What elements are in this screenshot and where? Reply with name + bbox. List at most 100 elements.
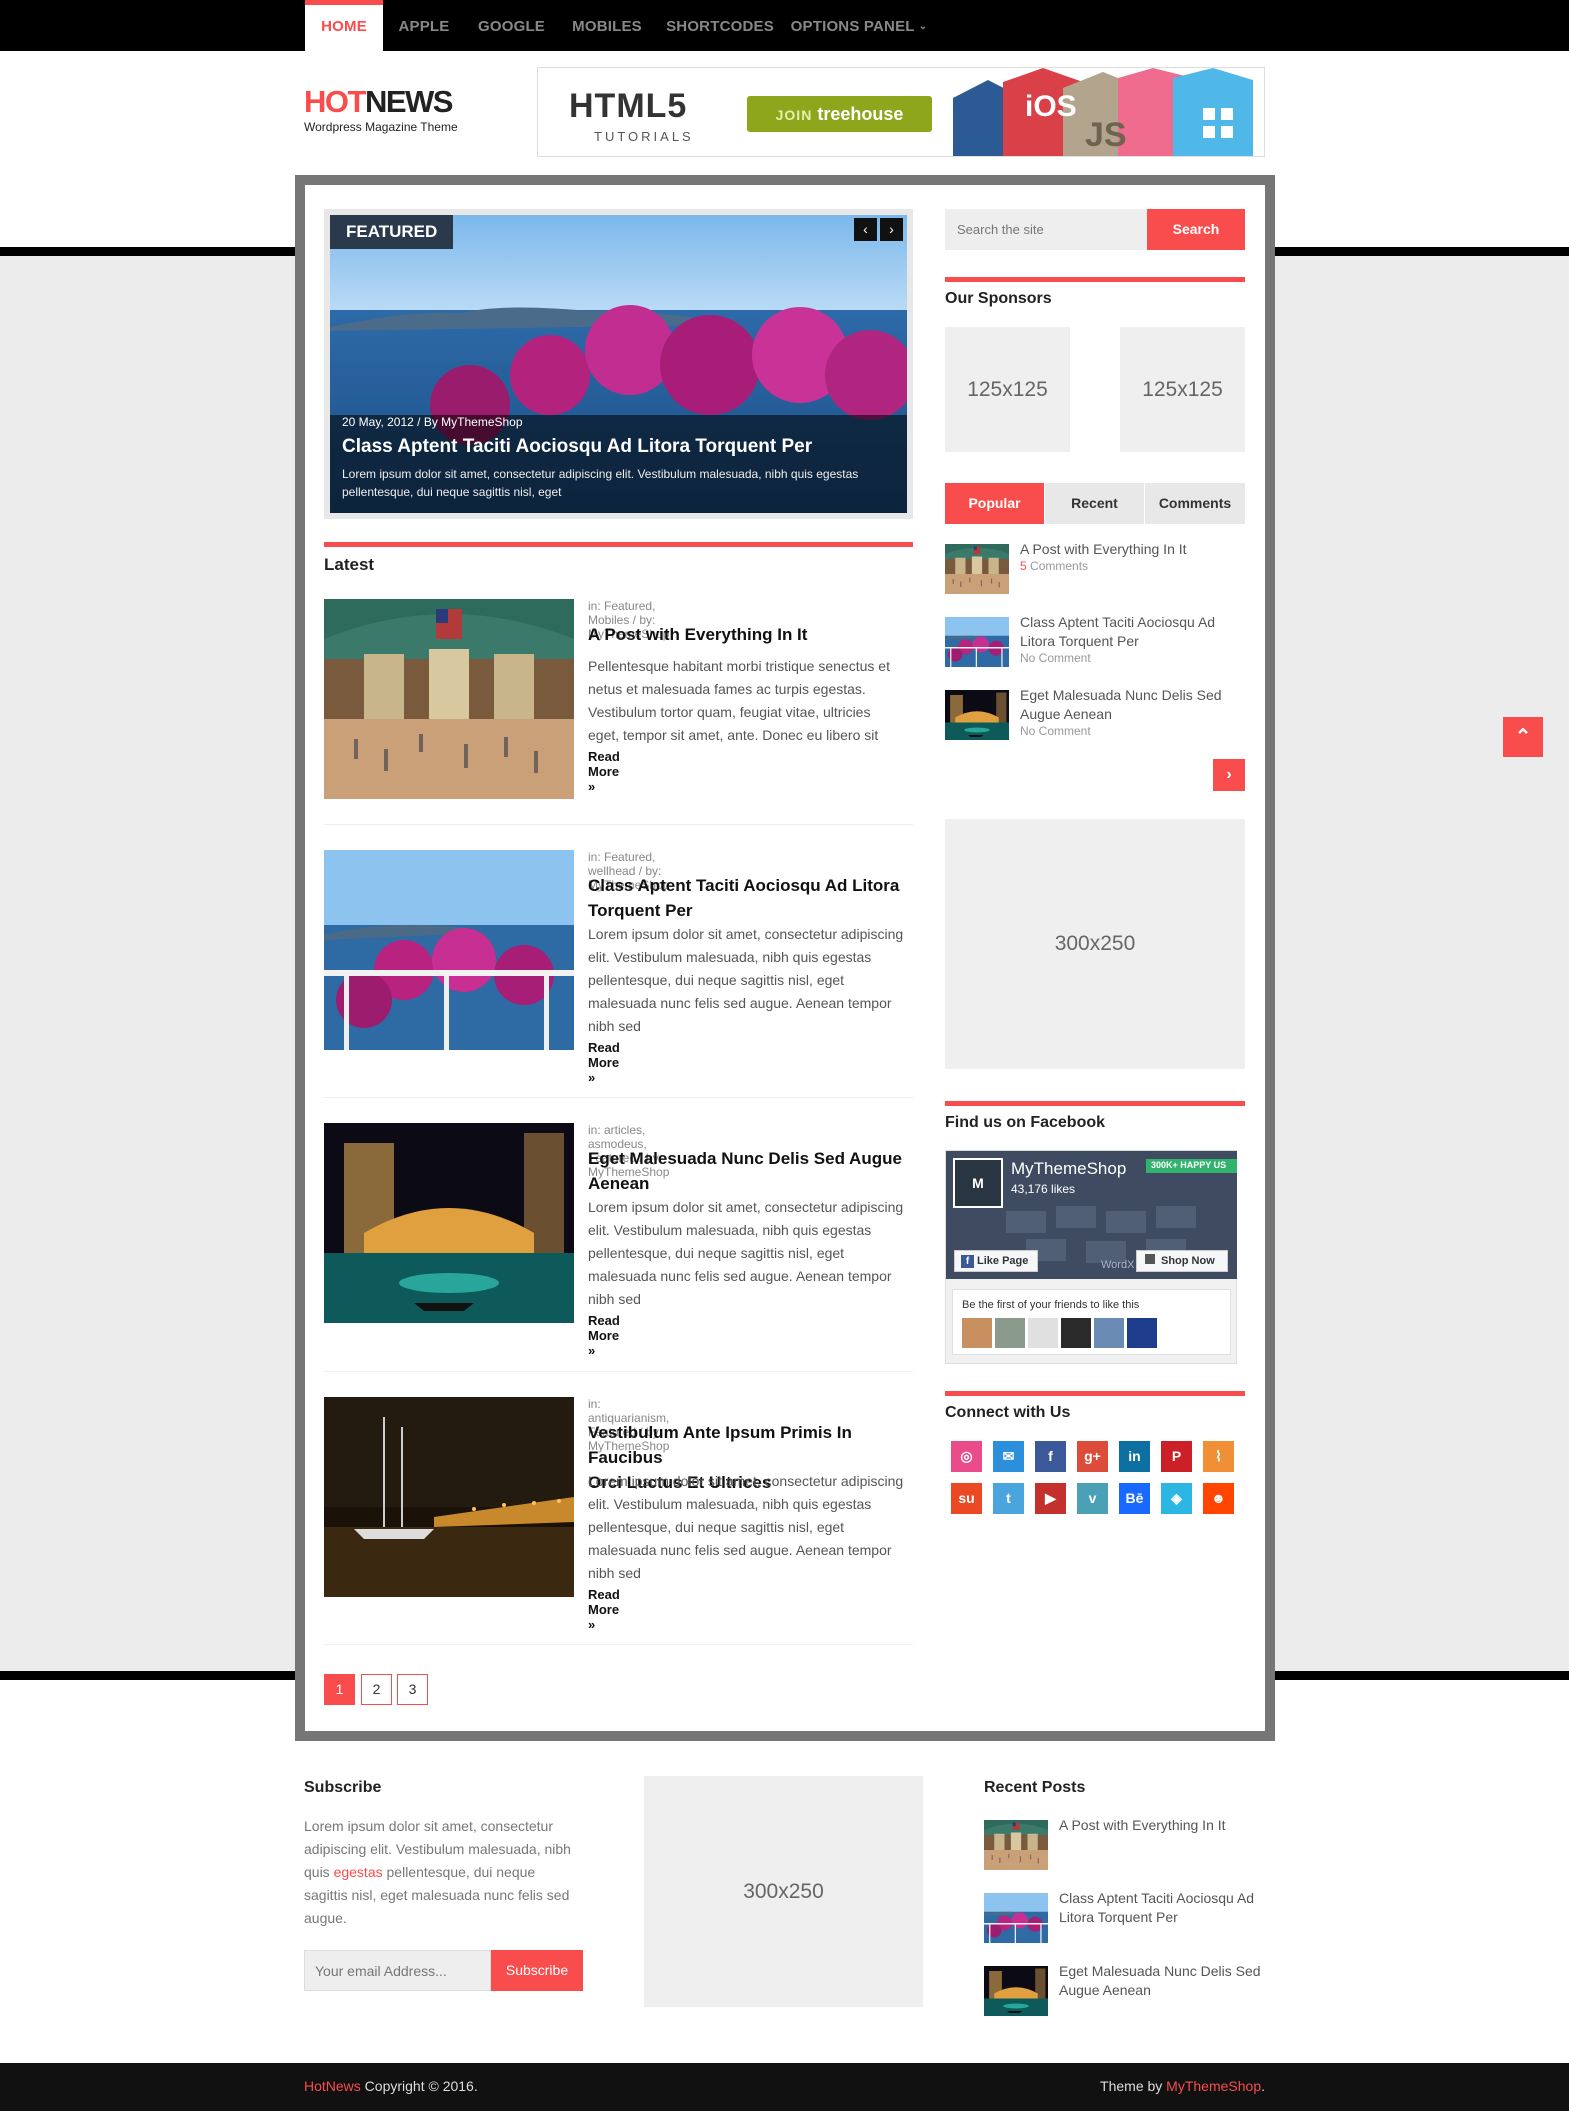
sponsor-ad-1[interactable]: 125x125 — [945, 327, 1070, 452]
read-more-link[interactable]: Read More » — [588, 1040, 620, 1085]
youtube-icon[interactable]: ▶ — [1035, 1483, 1066, 1514]
email-field[interactable] — [304, 1950, 491, 1991]
nav-item-label: OPTIONS PANEL — [790, 18, 915, 35]
tab-comments[interactable]: Comments — [1145, 483, 1245, 524]
nav-item-options-panel[interactable]: OPTIONS PANEL ⌄ — [784, 0, 934, 51]
fb-like-label: Like Page — [977, 1255, 1029, 1267]
page-3-button[interactable]: 3 — [397, 1674, 428, 1705]
chevron-down-icon: ⌄ — [918, 21, 928, 32]
section-divider — [945, 1101, 1245, 1106]
banner-hexagons-graphic: iOS JS — [953, 68, 1253, 156]
excerpt-line: elit. Vestibulum malesuada, nibh quis eg… — [588, 1496, 872, 1512]
recent-post-thumbnail[interactable] — [984, 1893, 1048, 1943]
delicious-icon[interactable]: ◈ — [1161, 1483, 1192, 1514]
nav-item-shortcodes[interactable]: SHORTCODES — [656, 0, 784, 51]
page-1-button[interactable]: 1 — [324, 1674, 355, 1705]
footer-ad-300x250[interactable]: 300x250 — [644, 1776, 923, 2007]
vimeo-icon[interactable]: v — [1077, 1483, 1108, 1514]
post-title[interactable]: Class Aptent Taciti Aociosqu Ad Litora To… — [588, 873, 913, 923]
featured-slider[interactable]: FEATURED ‹ › 20 May, 2012 / By MyThemeSh… — [324, 209, 913, 519]
nav-item-google[interactable]: GOOGLE — [465, 0, 558, 51]
facebook-page-plugin[interactable]: 300K+ HAPPY US WordX M MyThemeShop 43,17… — [945, 1150, 1237, 1364]
post-title-line: Torquent Per — [588, 901, 693, 920]
recent-title-line: Class Aptent Taciti Aociosqu Ad — [1059, 1890, 1255, 1906]
read-more-link[interactable]: Read More » — [588, 1587, 620, 1632]
recent-post-title[interactable]: Eget Malesuada Nunc Delis Sed Augue Aenea… — [1059, 1962, 1274, 2000]
widget-post-title[interactable]: Class Aptent Taciti Aociosqu Ad Litora To… — [1020, 613, 1245, 651]
recent-title-line: A Post with Everything In It — [1059, 1817, 1226, 1833]
fb-like-page-button[interactable]: f Like Page — [954, 1250, 1038, 1272]
post-excerpt: Lorem ipsum dolor sit amet, consectetur … — [588, 1196, 913, 1311]
post-title-line: Aenean — [588, 1174, 650, 1193]
post-excerpt: Lorem ipsum dolor sit amet, consectetur … — [588, 923, 913, 1038]
latest-heading: Latest — [324, 555, 375, 574]
search-button[interactable]: Search — [1147, 209, 1245, 250]
widget-title-line: Augue Aenean — [1020, 706, 1112, 722]
widget-post-title[interactable]: Eget Malesuada Nunc Delis Sed Augue Aenea… — [1020, 686, 1245, 724]
stumbleupon-icon[interactable]: su — [951, 1483, 982, 1514]
header-banner-ad[interactable]: HTML5 TUTORIALS JOIN treehouse iOS JS — [537, 67, 1265, 157]
pinterest-icon[interactable]: P — [1161, 1441, 1192, 1472]
slider-next-button[interactable]: › — [880, 218, 903, 241]
behance-icon[interactable]: Bē — [1119, 1483, 1150, 1514]
theme-by-text: Theme by — [1100, 2078, 1167, 2094]
linkedin-icon[interactable]: in — [1119, 1441, 1150, 1472]
fb-shop-label: Shop Now — [1161, 1255, 1215, 1267]
footer-brand-link[interactable]: HotNews — [304, 2078, 361, 2094]
reddit-icon[interactable]: ☻ — [1203, 1483, 1234, 1514]
widget-post-comments: No Comment — [1020, 724, 1091, 738]
tab-popular[interactable]: Popular — [945, 483, 1044, 524]
post-title[interactable]: Eget Malesuada Nunc Delis Sed Augue Aenea… — [588, 1146, 913, 1196]
chevron-up-icon: ⌃ — [1514, 726, 1532, 748]
page-2-button[interactable]: 2 — [361, 1674, 392, 1705]
recent-post-title[interactable]: Class Aptent Taciti Aociosqu Ad Litora To… — [1059, 1889, 1274, 1927]
post-thumbnail[interactable] — [324, 1397, 574, 1597]
sidebar-ad-300x250[interactable]: 300x250 — [945, 819, 1245, 1069]
widget-post-thumbnail[interactable] — [945, 690, 1009, 740]
recent-post-title[interactable]: A Post with Everything In It — [1059, 1816, 1274, 1835]
subscribe-text-part: pellentesque, dui neque — [382, 1864, 536, 1880]
subscribe-button[interactable]: Subscribe — [491, 1950, 583, 1991]
post-thumbnail[interactable] — [324, 850, 574, 1050]
widget-post-title[interactable]: A Post with Everything In It — [1020, 540, 1245, 559]
footer-theme-link[interactable]: MyThemeShop — [1166, 2078, 1261, 2094]
excerpt-line: elit. Vestibulum malesuada, nibh quis eg… — [588, 949, 872, 965]
google-plus-icon[interactable]: g+ — [1077, 1441, 1108, 1472]
logo-news: NEWS — [364, 84, 454, 119]
rss-icon[interactable]: ⌇ — [1203, 1441, 1234, 1472]
badge-ios: iOS — [1025, 90, 1077, 123]
subscribe-text: Lorem ipsum dolor sit amet, consectetur … — [304, 1815, 589, 1930]
post-separator — [324, 824, 913, 825]
fb-page-name[interactable]: MyThemeShop — [1011, 1159, 1126, 1179]
nav-item-apple[interactable]: APPLE — [383, 0, 465, 51]
post-title[interactable]: A Post with Everything In It — [588, 622, 913, 647]
recent-post-thumbnail[interactable] — [984, 1820, 1048, 1870]
facebook-icon: f — [961, 1255, 974, 1268]
comment-count: 5 — [1020, 559, 1027, 573]
excerpt-line: Vestibulum tortor quam, feugiat vitae, u… — [588, 704, 871, 720]
featured-title[interactable]: Class Aptent Taciti Aociosqu Ad Litora T… — [342, 436, 812, 458]
back-to-top-button[interactable]: ⌃ — [1503, 717, 1543, 757]
post-separator — [324, 1097, 913, 1098]
twitter-icon[interactable]: t — [993, 1483, 1024, 1514]
dribbble-icon[interactable]: ◎ — [951, 1441, 982, 1472]
sponsor-ad-2[interactable]: 125x125 — [1120, 327, 1245, 452]
slider-prev-button[interactable]: ‹ — [854, 218, 877, 241]
search-input[interactable] — [945, 209, 1147, 250]
facebook-icon[interactable]: f — [1035, 1441, 1066, 1472]
widget-post-thumbnail[interactable] — [945, 617, 1009, 667]
read-more-link[interactable]: Read More » — [588, 749, 620, 794]
post-thumbnail[interactable] — [324, 599, 574, 799]
section-divider — [945, 277, 1245, 282]
nav-item-home[interactable]: HOME — [305, 0, 383, 51]
nav-item-mobiles[interactable]: MOBILES — [558, 0, 656, 51]
read-more-link[interactable]: Read More » — [588, 1313, 620, 1358]
recent-post-thumbnail[interactable] — [984, 1966, 1048, 2016]
tab-next-button[interactable]: › — [1213, 759, 1245, 791]
email-icon[interactable]: ✉ — [993, 1441, 1024, 1472]
tab-recent[interactable]: Recent — [1045, 483, 1144, 524]
widget-post-thumbnail[interactable] — [945, 544, 1009, 594]
post-thumbnail[interactable] — [324, 1123, 574, 1323]
site-logo[interactable]: HOTNEWS — [304, 84, 454, 120]
fb-shop-now-button[interactable]: Shop Now — [1136, 1250, 1228, 1272]
